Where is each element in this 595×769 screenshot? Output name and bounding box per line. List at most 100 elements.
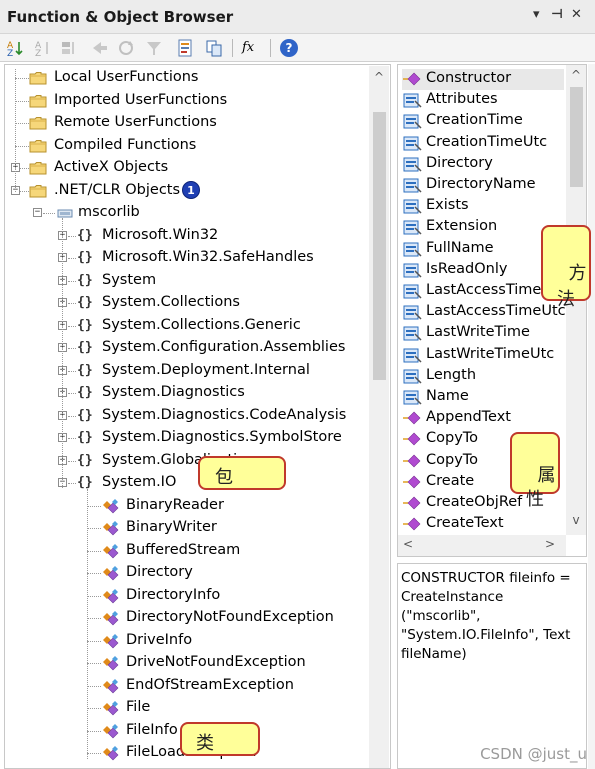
tree-item-label: Directory [126,564,193,580]
tree-connector [87,505,101,507]
member-property-item[interactable]: Extension [402,217,564,238]
tree-connector [15,69,16,192]
member-property-item[interactable]: LastWriteTimeUtc [402,345,564,366]
scroll-left-arrow[interactable]: < [400,537,416,551]
class-icon [102,610,120,626]
member-method-item[interactable]: CreateText [402,514,564,535]
member-property-item[interactable]: FullName [402,239,564,260]
tree-folder-item[interactable]: Imported UserFunctions [5,90,365,112]
class-icon [102,633,120,649]
scroll-thumb[interactable] [373,112,386,380]
tree-class-item[interactable]: Directory [5,562,365,584]
toolbar-separator [232,39,233,57]
tree-namespace-item[interactable]: +{} System [5,270,365,292]
member-property-item[interactable]: CreationTimeUtc [402,133,564,154]
member-property-item[interactable]: Length [402,366,564,387]
property-icon [402,156,422,173]
close-icon[interactable]: ✕ [571,7,582,22]
tree-folder-item[interactable]: Compiled Functions [5,135,365,157]
tree-namespace-item[interactable]: +{} System.Deployment.Internal [5,360,365,382]
tree-namespace-item[interactable]: +{} System.Diagnostics.CodeAnalysis [5,405,365,427]
tree-connector [68,415,76,417]
member-property-item[interactable]: Attributes [402,90,564,111]
sort-disabled-icon[interactable]: AZ [34,38,54,59]
tree-folder-item[interactable]: Remote UserFunctions [5,112,365,134]
properties-icon[interactable] [176,38,196,58]
object-tree[interactable]: Local UserFunctions Imported UserFunction… [4,64,391,769]
class-icon [102,588,120,604]
class-icon [102,700,120,716]
scroll-up-arrow[interactable]: ^ [371,70,387,84]
tree-namespace-item[interactable]: +{} System.Configuration.Assemblies [5,337,365,359]
pin-icon[interactable]: ⊣ [551,7,563,22]
member-method-item[interactable]: Constructor [402,69,564,90]
namespace-icon: {} [77,475,93,490]
refresh-disabled-icon[interactable] [116,38,136,58]
tree-class-item[interactable]: File [5,697,365,719]
tree-class-item[interactable]: BufferedStream [5,540,365,562]
tree-assembly-item[interactable]: − mscorlib [5,202,365,224]
tree-folder-item[interactable]: Local UserFunctions [5,67,365,89]
tree-connector [87,595,101,597]
member-property-item[interactable]: LastAccessTime [402,281,564,302]
filter-disabled-icon[interactable] [144,38,164,58]
tree-namespace-item[interactable]: −{} System.IO [5,472,365,494]
member-property-item[interactable]: Exists [402,196,564,217]
tree-class-item[interactable]: BinaryReader [5,495,365,517]
method-icon [402,474,422,491]
panel-title: Function & Object Browser [7,8,234,26]
tree-class-item[interactable]: DirectoryInfo [5,585,365,607]
tree-namespace-item[interactable]: +{} System.Collections [5,292,365,314]
namespace-icon: {} [77,407,93,423]
tree-namespace-item[interactable]: +{} Microsoft.Win32 [5,225,365,247]
tree-folder-item[interactable]: + ActiveX Objects [5,157,365,179]
tree-class-item[interactable]: DirectoryNotFoundException [5,607,365,629]
tree-connector [68,348,76,349]
member-method-item[interactable]: AppendText [402,408,564,429]
scroll-thumb[interactable] [570,87,583,187]
tree-connector [87,708,101,709]
tree-class-item[interactable]: BinaryWriter [5,517,365,539]
member-property-item[interactable]: Name [402,387,564,408]
tree-class-item[interactable]: EndOfStreamException [5,675,365,697]
tree-scrollbar[interactable]: ^ [369,66,389,768]
tree-namespace-item[interactable]: +{} System.Collections.Generic [5,315,365,337]
function-icon[interactable]: fx [242,40,262,60]
member-label: Directory [426,154,493,171]
members-hscrollbar[interactable]: < > [398,535,566,556]
copy-icon[interactable] [204,38,224,58]
scroll-up-arrow[interactable]: ^ [568,68,584,82]
class-icon [102,723,120,739]
tree-namespace-item[interactable]: +{} System.Diagnostics.SymbolStore [5,427,365,449]
tree-connector [15,145,29,147]
member-property-item[interactable]: DirectoryName [402,175,564,196]
member-label: IsReadOnly [426,260,508,277]
member-property-item[interactable]: Directory [402,154,564,175]
arrow-disabled-icon[interactable] [90,38,110,58]
namespace-icon: {} [77,272,93,288]
tree-namespace-item[interactable]: +{} Microsoft.Win32.SafeHandles [5,247,365,269]
help-icon[interactable]: ? [280,39,298,57]
tree-connector [68,325,76,327]
member-property-item[interactable]: IsReadOnly [402,260,564,281]
tree-item-label: Microsoft.Win32.SafeHandles [102,249,314,265]
number-badge: 1 [182,181,200,199]
tree-connector [87,730,101,732]
sort-disabled-icon[interactable] [60,38,80,58]
dropdown-menu-icon[interactable]: ▾ [533,7,540,22]
sort-icon[interactable]: AZ [6,38,26,59]
collapse-icon[interactable]: − [33,208,42,217]
tree-namespace-item[interactable]: +{} System.Globalization [5,450,365,472]
tree-connector [87,663,101,664]
member-property-item[interactable]: LastWriteTime [402,323,564,344]
member-property-item[interactable]: CreationTime [402,111,564,132]
tree-namespace-item[interactable]: +{} System.Diagnostics [5,382,365,404]
scroll-down-arrow[interactable]: v [568,513,584,527]
member-property-item[interactable]: LastAccessTimeUtc [402,302,566,323]
tree-connector [87,640,101,642]
tree-class-item[interactable]: DriveNotFoundException [5,652,365,674]
tree-item-label: System.IO [102,474,177,490]
scroll-right-arrow[interactable]: > [542,537,558,551]
svg-text:Z: Z [7,49,13,58]
tree-class-item[interactable]: DriveInfo [5,630,365,652]
